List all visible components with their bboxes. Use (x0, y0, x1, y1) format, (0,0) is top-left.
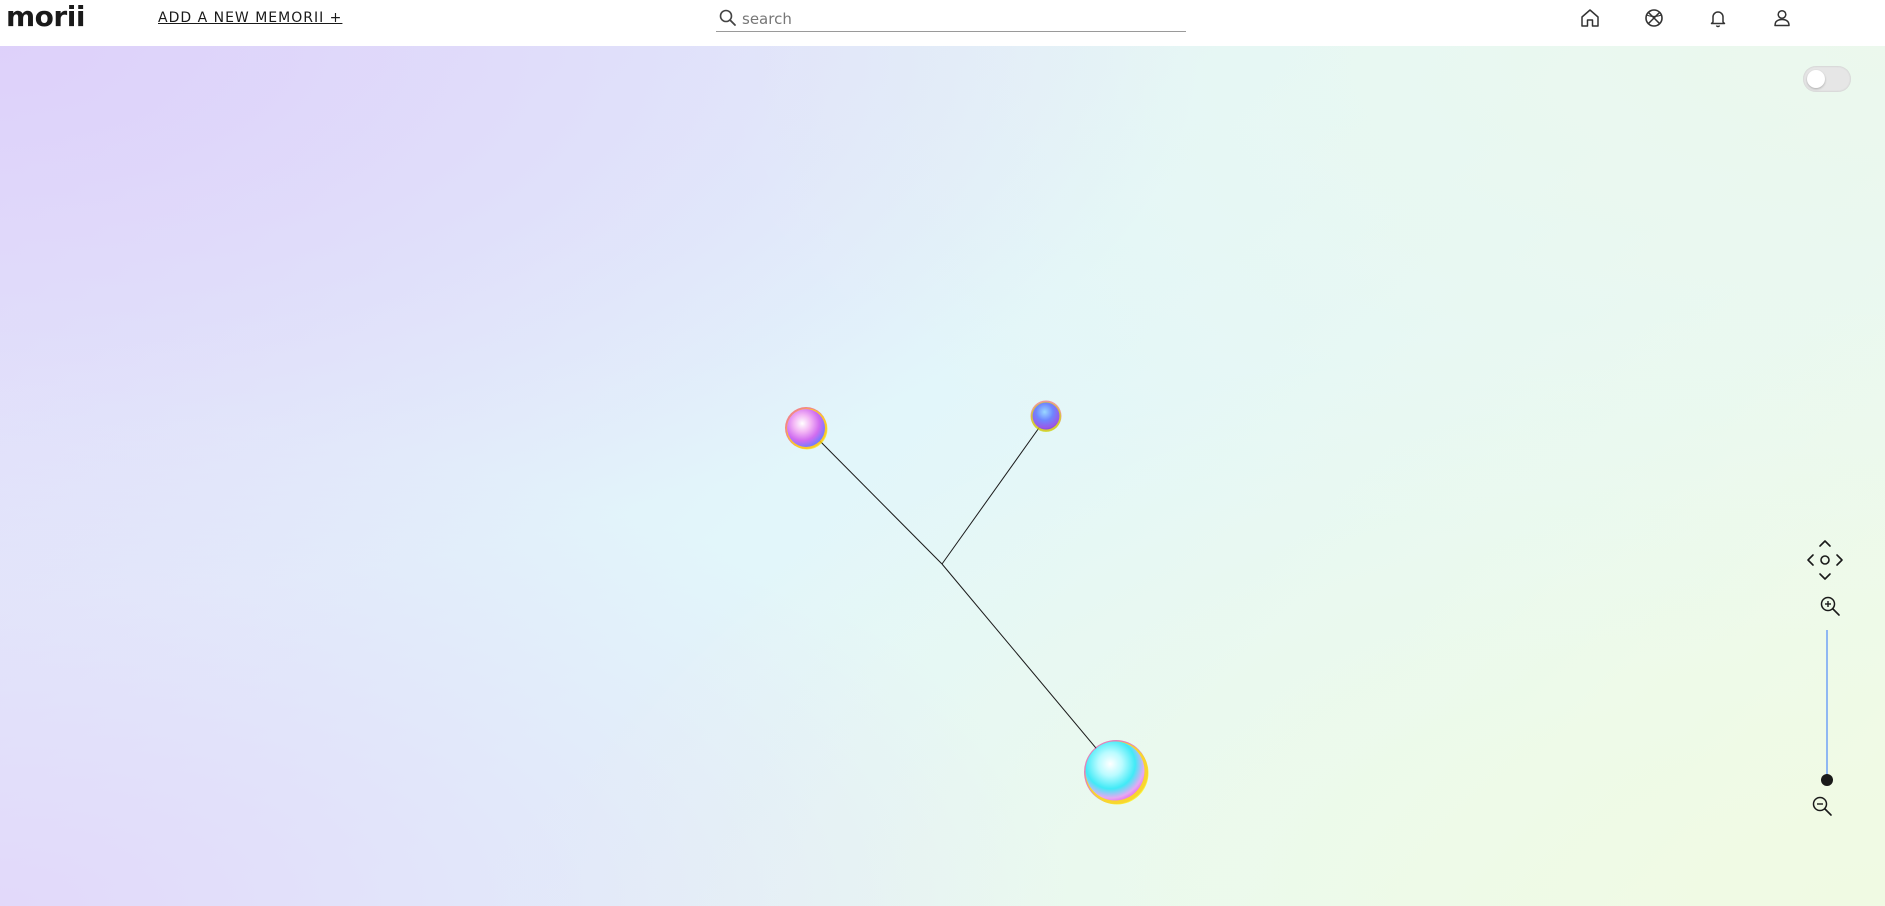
toggle-knob (1807, 70, 1825, 88)
search-bar (716, 6, 1186, 32)
chevron-left-icon[interactable] (1807, 554, 1814, 566)
memory-graph-canvas[interactable] (0, 46, 1885, 906)
user-icon[interactable] (1770, 6, 1794, 30)
zoom-slider-thumb[interactable] (1821, 774, 1833, 786)
zoom-in-icon[interactable] (1818, 594, 1842, 618)
view-toggle-switch[interactable] (1803, 66, 1851, 92)
basketball-icon[interactable] (1642, 6, 1666, 30)
search-input[interactable] (742, 8, 1182, 30)
center-circle-icon[interactable] (1820, 555, 1830, 565)
memory-node[interactable] (1084, 740, 1149, 805)
chevron-down-icon[interactable] (1819, 573, 1831, 580)
pan-control (1807, 540, 1843, 580)
top-navigation-bar: morii ADD A NEW MEMORII + (0, 0, 1885, 46)
chevron-up-icon[interactable] (1819, 540, 1831, 547)
zoom-slider-track[interactable] (1826, 630, 1828, 780)
zoom-out-icon[interactable] (1810, 794, 1834, 818)
bell-icon[interactable] (1706, 6, 1730, 30)
morii-logo[interactable]: morii (6, 0, 85, 34)
add-memorii-link[interactable]: ADD A NEW MEMORII + (158, 10, 342, 26)
memory-node[interactable] (1030, 400, 1062, 433)
chevron-right-icon[interactable] (1836, 554, 1843, 566)
search-icon (719, 9, 736, 26)
home-icon[interactable] (1578, 6, 1602, 30)
